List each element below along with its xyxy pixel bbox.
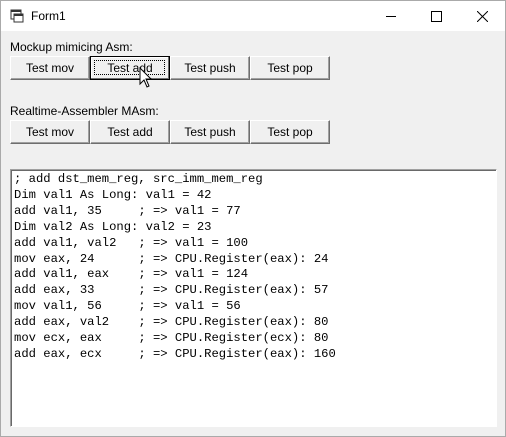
title-bar[interactable]: Form1 — [1, 1, 505, 31]
minimize-button[interactable] — [369, 1, 414, 31]
app-icon — [10, 9, 24, 23]
output-text: ; add dst_mem_reg, src_imm_mem_reg Dim v… — [14, 172, 336, 361]
masm-test-add-button[interactable]: Test add — [90, 120, 170, 144]
masm-group-label: Realtime-Assembler MAsm: — [10, 104, 159, 118]
main-window: Form1 Mockup mimicing Asm: Test mov Test… — [0, 0, 506, 437]
close-button[interactable] — [460, 1, 505, 31]
maximize-icon — [431, 11, 442, 22]
mockup-test-add-button[interactable]: Test add — [90, 56, 170, 80]
maximize-button[interactable] — [414, 1, 459, 31]
masm-button-row: Test mov Test add Test push Test pop — [10, 120, 330, 144]
mockup-test-pop-button[interactable]: Test pop — [250, 56, 330, 80]
masm-test-pop-button[interactable]: Test pop — [250, 120, 330, 144]
masm-test-push-button[interactable]: Test push — [170, 120, 250, 144]
mockup-test-mov-button[interactable]: Test mov — [10, 56, 90, 80]
window-title: Form1 — [31, 9, 66, 23]
output-textbox[interactable]: ; add dst_mem_reg, src_imm_mem_reg Dim v… — [10, 169, 497, 427]
focus-ring — [94, 60, 165, 75]
masm-test-mov-button[interactable]: Test mov — [10, 120, 90, 144]
mockup-button-row: Test mov Test add Test push Test pop — [10, 56, 330, 80]
minimize-icon — [386, 16, 396, 17]
mockup-group-label: Mockup mimicing Asm: — [10, 40, 133, 54]
mockup-test-push-button[interactable]: Test push — [170, 56, 250, 80]
mouse-cursor-icon — [139, 67, 153, 88]
close-icon — [477, 11, 488, 22]
